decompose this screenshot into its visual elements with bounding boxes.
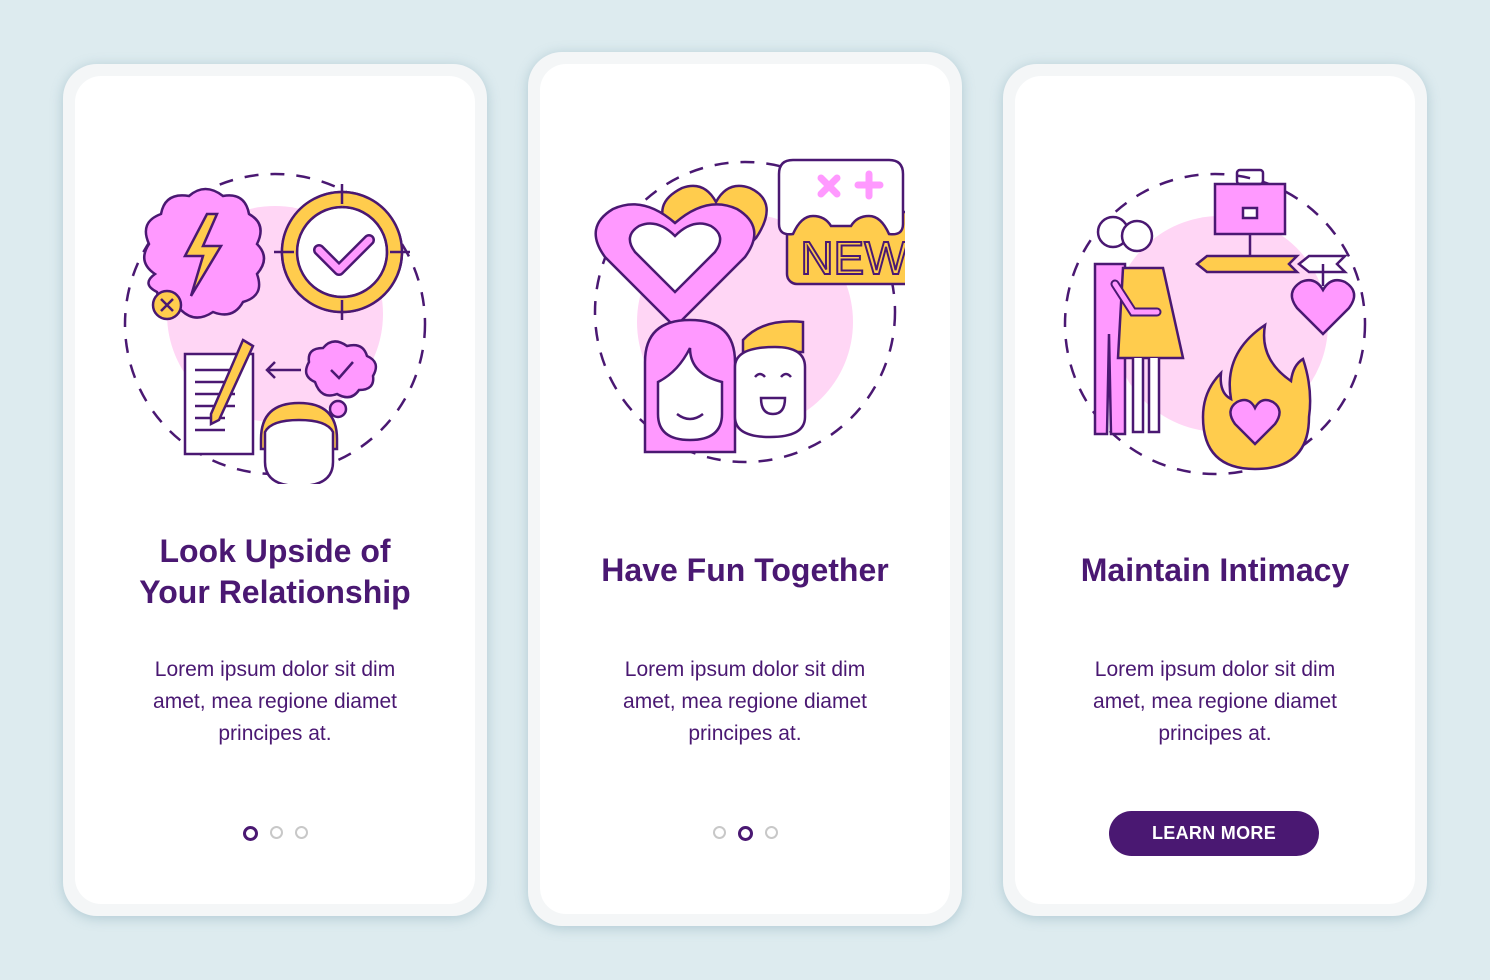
page-dot[interactable] [294, 826, 308, 839]
page-indicator [528, 826, 962, 841]
page-dot[interactable] [269, 826, 283, 839]
title-line: Look Upside of [159, 533, 391, 569]
description-line: Lorem ipsum dolor sit dim [624, 658, 866, 681]
game-controller-icon: NEW [777, 158, 905, 286]
page-dot[interactable] [764, 826, 778, 839]
intimacy-illustration [1063, 168, 1367, 476]
page-indicator [63, 826, 487, 841]
description-line: Lorem ipsum dolor sit dim [154, 658, 396, 681]
learn-more-button[interactable]: LEARN MORE [1109, 811, 1319, 856]
fun-together-illustration: NEW [593, 158, 905, 464]
description-line: amet, mea regione diamet [153, 690, 397, 713]
document-pen-icon [183, 338, 255, 456]
onboarding-screen-3: Maintain Intimacy Lorem ipsum dolor sit … [1003, 64, 1427, 916]
description-line: principes at. [1158, 722, 1272, 745]
description-line: amet, mea regione diamet [623, 690, 867, 713]
person-head-icon [259, 401, 339, 484]
page-dot-active[interactable] [737, 826, 753, 841]
page-dot-active[interactable] [242, 826, 258, 841]
briefcase-signpost-icon [1194, 168, 1349, 286]
onboarding-screen-1: Look Upside of Your Relationship Lorem i… [63, 64, 487, 916]
onboarding-screen-2: NEW Have Fun Together Lorem ipsum dolor … [528, 52, 962, 926]
screen-title: Have Fun Together [601, 552, 889, 588]
screen-title: Maintain Intimacy [1080, 552, 1350, 588]
storm-cloud-icon [142, 187, 266, 321]
couple-faces-icon [643, 318, 807, 454]
relationship-upside-illustration [123, 172, 427, 484]
screen-description: Lorem ipsum dolor sit dim amet, mea regi… [1043, 654, 1387, 750]
description-line: principes at. [218, 722, 332, 745]
description-line: Lorem ipsum dolor sit dim [1094, 658, 1336, 681]
description-line: amet, mea regione diamet [1093, 690, 1337, 713]
page-dot[interactable] [712, 826, 726, 839]
title-line: Your Relationship [139, 574, 411, 610]
new-badge-text: NEW [800, 232, 905, 284]
screen-description: Lorem ipsum dolor sit dim amet, mea regi… [568, 654, 922, 750]
screen-title: Look Upside of Your Relationship [63, 531, 487, 613]
description-line: principes at. [688, 722, 802, 745]
screen-description: Lorem ipsum dolor sit dim amet, mea regi… [103, 654, 447, 750]
